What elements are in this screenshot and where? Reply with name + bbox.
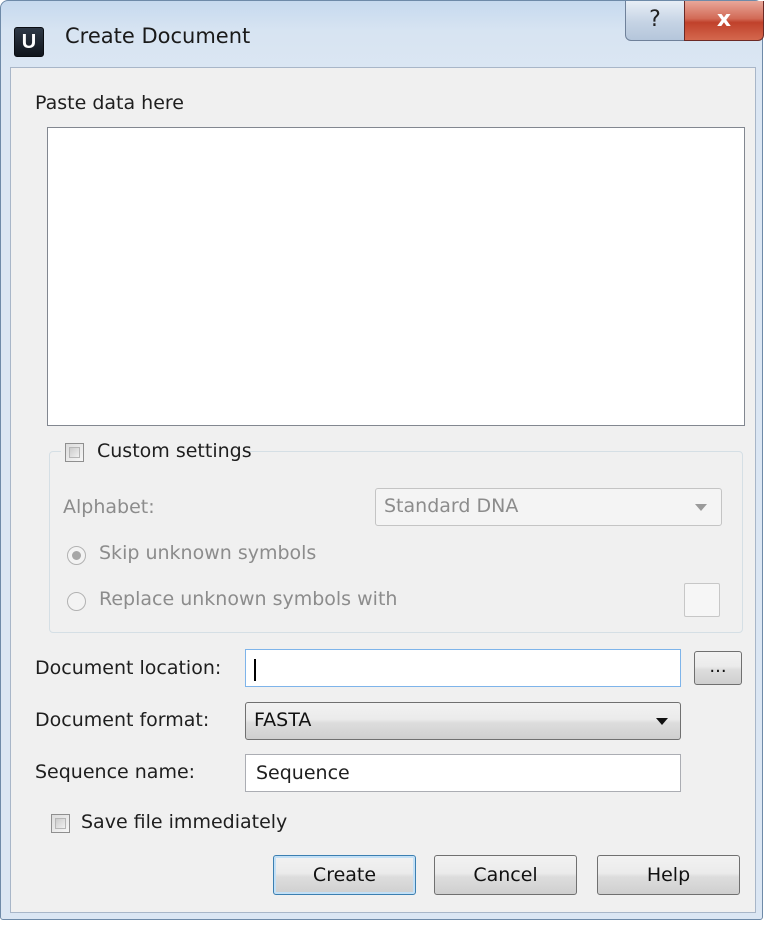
skip-unknown-radio[interactable] (67, 546, 86, 565)
chevron-down-icon (656, 718, 668, 725)
save-immediately-checkbox[interactable] (51, 814, 70, 833)
create-button[interactable]: Create (273, 855, 416, 895)
save-immediately-label: Save file immediately (81, 811, 288, 833)
browse-button[interactable]: ... (694, 651, 742, 685)
cancel-button[interactable]: Cancel (434, 855, 577, 895)
app-logo-icon: U (14, 27, 44, 57)
title-bar[interactable]: U Create Document ? x (1, 1, 764, 67)
context-help-button[interactable]: ? (625, 1, 685, 41)
paste-data-textarea[interactable] (47, 127, 745, 426)
custom-settings-label: Custom settings (97, 440, 252, 462)
title-buttons: ? x (625, 1, 764, 43)
alphabet-select[interactable]: Standard DNA (375, 488, 722, 526)
dialog-title: Create Document (65, 24, 251, 48)
custom-settings-header: Custom settings (61, 440, 252, 466)
alphabet-value: Standard DNA (384, 495, 519, 517)
sequence-name-input[interactable]: Sequence (245, 754, 681, 792)
help-button[interactable]: Help (597, 855, 740, 895)
alphabet-label: Alphabet: (63, 496, 155, 518)
document-format-select[interactable]: FASTA (245, 702, 681, 740)
document-location-label: Document location: (35, 657, 222, 679)
document-format-value: FASTA (254, 709, 312, 731)
replace-unknown-label: Replace unknown symbols with (99, 588, 398, 610)
document-format-label: Document format: (35, 709, 210, 731)
dialog-body: Paste data here Custom settings Alphabet… (10, 67, 756, 913)
chevron-down-icon (695, 504, 707, 511)
skip-unknown-label: Skip unknown symbols (99, 542, 317, 564)
document-location-input[interactable] (245, 649, 681, 687)
close-button[interactable]: x (684, 1, 764, 41)
custom-settings-checkbox[interactable] (65, 443, 84, 462)
sequence-name-value: Sequence (256, 762, 350, 784)
create-document-dialog: U Create Document ? x Paste data here Cu… (0, 0, 764, 920)
replace-unknown-radio[interactable] (67, 592, 86, 611)
replace-symbol-input[interactable] (684, 583, 720, 617)
sequence-name-label: Sequence name: (35, 761, 196, 783)
text-caret (254, 659, 256, 681)
paste-data-label: Paste data here (35, 92, 184, 114)
